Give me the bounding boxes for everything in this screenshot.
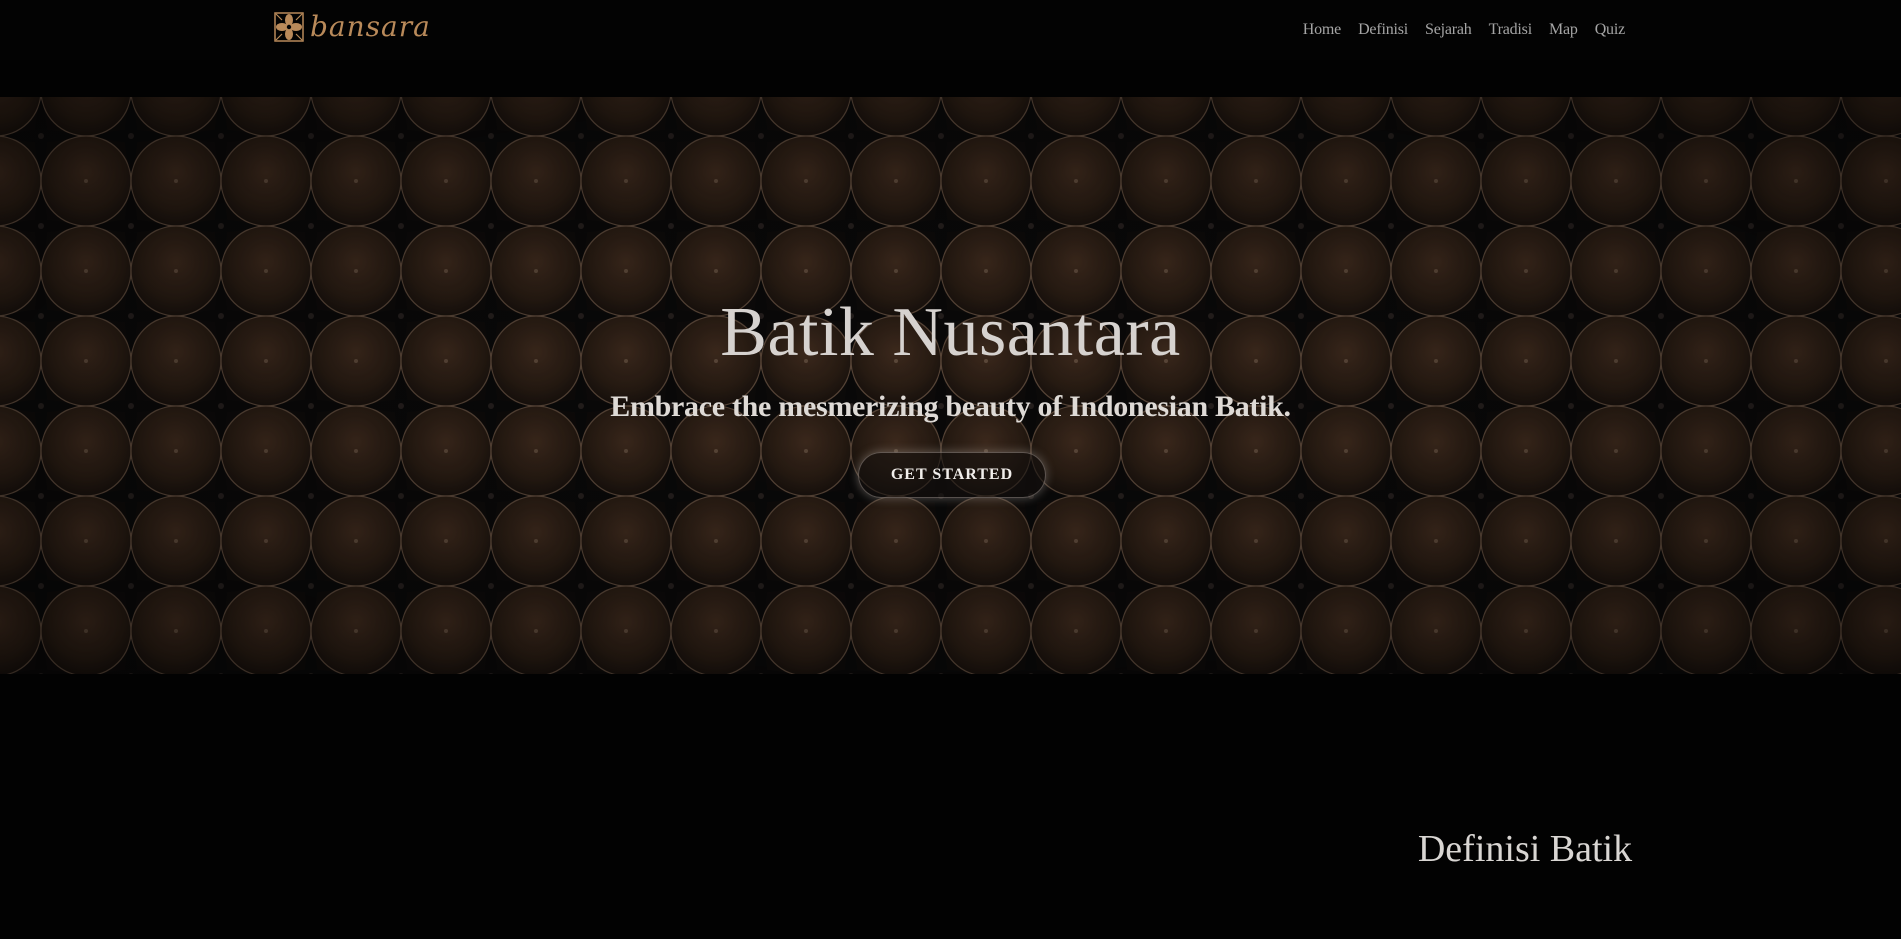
get-started-button[interactable]: GET STARTED xyxy=(858,452,1046,498)
nav-link-quiz[interactable]: Quiz xyxy=(1595,21,1626,38)
hero-subtitle: Embrace the mesmerizing beauty of Indone… xyxy=(610,390,1291,423)
batik-kawung-logo-icon xyxy=(274,12,304,42)
navbar: bansara Home Definisi Sejarah Tradisi Ma… xyxy=(0,0,1901,60)
hero-section: Batik Nusantara Embrace the mesmerizing … xyxy=(0,97,1901,674)
nav-link-home[interactable]: Home xyxy=(1303,21,1342,38)
logo-text: bansara xyxy=(310,10,431,43)
nav-link-definisi[interactable]: Definisi xyxy=(1358,21,1408,38)
nav-item-quiz: Quiz xyxy=(1595,19,1626,39)
nav-link-sejarah[interactable]: Sejarah xyxy=(1425,21,1472,38)
logo-link[interactable]: bansara xyxy=(274,12,431,42)
definisi-title: Definisi Batik xyxy=(1417,828,1633,870)
nav-link-map[interactable]: Map xyxy=(1549,21,1578,38)
nav-item-map: Map xyxy=(1549,19,1578,39)
nav-item-definisi: Definisi xyxy=(1358,19,1408,39)
hero-title: Batik Nusantara xyxy=(720,294,1181,371)
nav-item-tradisi: Tradisi xyxy=(1489,19,1533,39)
nav-link-tradisi[interactable]: Tradisi xyxy=(1489,21,1533,38)
nav-menu: Home Definisi Sejarah Tradisi Map Quiz xyxy=(1303,19,1625,39)
hero-overlay xyxy=(0,97,1901,674)
nav-item-home: Home xyxy=(1303,19,1342,39)
nav-item-sejarah: Sejarah xyxy=(1425,19,1472,39)
page: bansara Home Definisi Sejarah Tradisi Ma… xyxy=(0,0,1901,939)
